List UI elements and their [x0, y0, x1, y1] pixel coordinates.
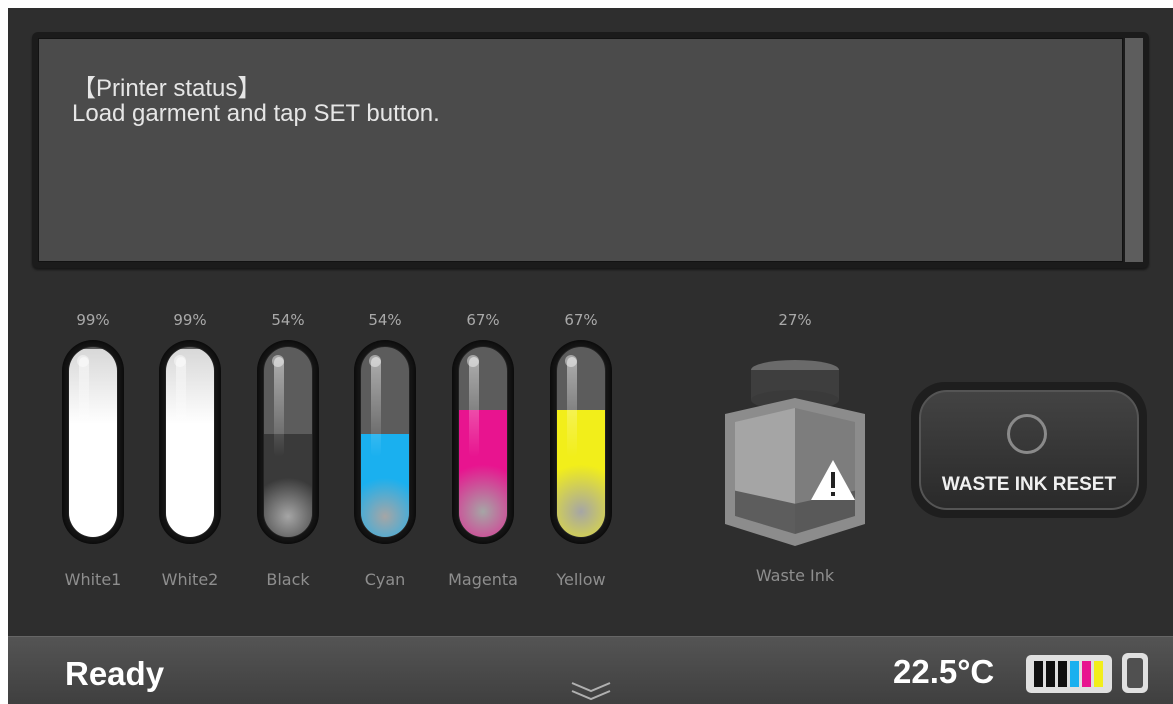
ink-tube — [68, 346, 118, 538]
ink-percent: 54% — [368, 311, 402, 329]
ink-label: Cyan — [364, 570, 406, 589]
printer-ready-status: Ready — [65, 655, 165, 692]
ink-tube — [165, 346, 215, 538]
ink-percent: 67% — [466, 311, 500, 329]
ink-status-icon — [1026, 655, 1112, 693]
waste-ink-gauge: 27% Waste Ink — [710, 308, 880, 585]
printer-status-panel: 【Printer status】 Load garment and tap SE… — [32, 32, 1149, 268]
chevron-down-icon[interactable] — [568, 679, 614, 703]
ink-label: Magenta — [448, 570, 518, 589]
waste-ink-percent: 27% — [778, 311, 812, 329]
ink-tube — [360, 346, 410, 538]
printer-panel: 【Printer status】 Load garment and tap SE… — [8, 8, 1173, 704]
waste-ink-status-icon — [1122, 653, 1148, 693]
ink-label: White2 — [161, 570, 219, 589]
ink-gauge-yellow: 67% Yellow — [536, 308, 626, 589]
ink-percent: 99% — [173, 311, 207, 329]
ink-label: White1 — [64, 570, 122, 589]
ink-label: Black — [266, 570, 310, 589]
ink-gauge-cyan: 54% Cyan — [340, 308, 430, 589]
circle-icon — [1007, 414, 1047, 454]
waste-ink-reset-well: WASTE INK RESET — [911, 382, 1147, 518]
ink-gauge-magenta: 67% Magenta — [438, 308, 528, 589]
waste-ink-label: Waste Ink — [755, 566, 835, 585]
ink-gauge-black: 54% Black — [243, 308, 333, 589]
ink-gauge-white1: 99% White1 — [48, 308, 138, 589]
waste-ink-bottle — [715, 342, 875, 552]
status-title: 【Printer status】 — [72, 75, 262, 102]
waste-ink-reset-label: WASTE INK RESET — [941, 474, 1117, 495]
ink-tube — [263, 346, 313, 538]
ink-label: Yellow — [556, 570, 606, 589]
ink-percent: 99% — [76, 311, 110, 329]
ink-gauge-white2: 99% White2 — [145, 308, 235, 589]
waste-ink-reset-button[interactable]: WASTE INK RESET — [919, 390, 1139, 510]
bottom-status-bar: Ready 22.5°C — [8, 636, 1173, 704]
status-scrollbar[interactable] — [1125, 38, 1143, 262]
ink-tube — [458, 346, 508, 538]
ink-tube — [556, 346, 606, 538]
ink-percent: 67% — [564, 311, 598, 329]
temperature-readout: 22.5°C — [893, 653, 995, 690]
status-message: Load garment and tap SET button. — [72, 100, 440, 127]
ink-percent: 54% — [271, 311, 305, 329]
